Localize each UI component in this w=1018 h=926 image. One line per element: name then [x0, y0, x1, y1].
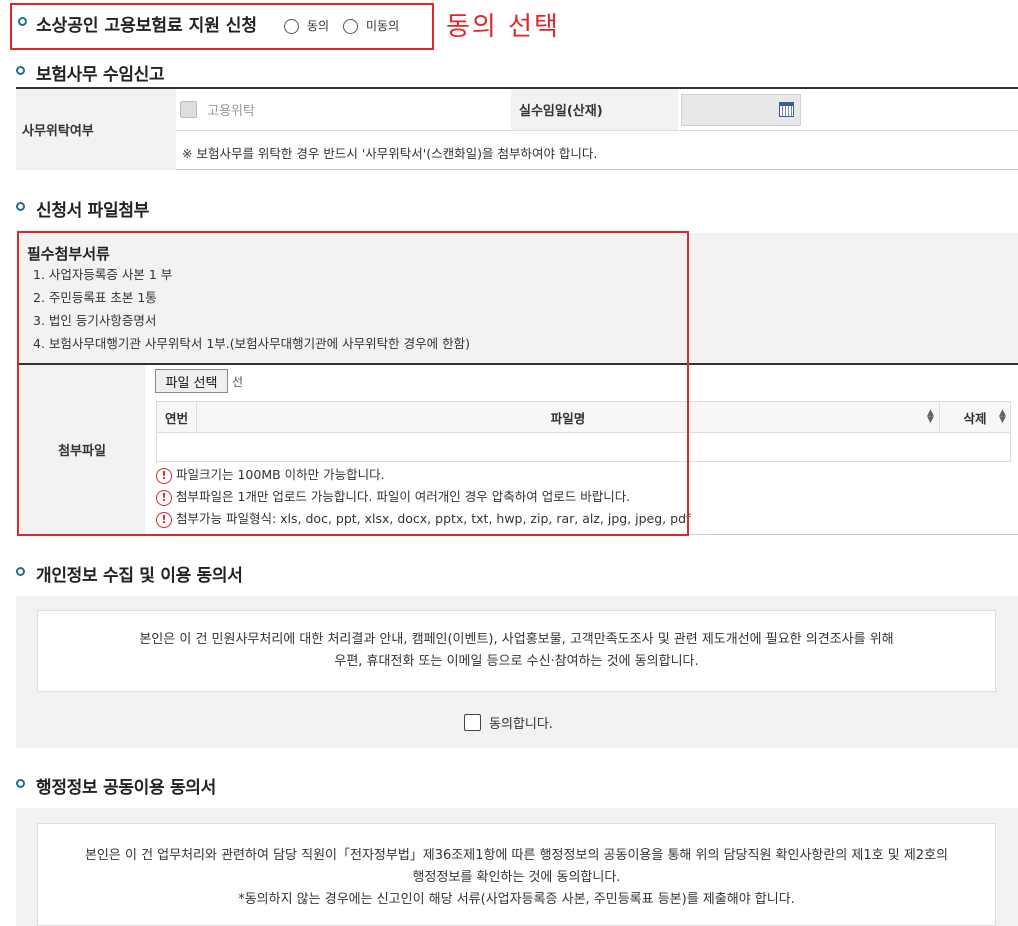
agree-radio[interactable] — [284, 19, 299, 34]
calendar-icon[interactable] — [779, 102, 794, 117]
privacy-agree-checkbox[interactable] — [464, 714, 481, 731]
admin-info-text-line: 행정정보를 확인하는 것에 동의합니다. — [412, 870, 621, 885]
delegation-row-header: 사무위탁여부 — [16, 89, 176, 170]
employment-delegation-label: 고용위탁 — [207, 104, 255, 119]
attachment-section-title: 신청서 파일첨부 — [36, 201, 149, 221]
admin-info-text-box: 본인은 이 건 업무처리와 관련하여 담당 직원이「전자정부법」제36조제1항에… — [37, 823, 996, 926]
section-bullet-icon — [16, 567, 25, 576]
attachment-highlight-box — [17, 231, 689, 536]
sort-icon[interactable]: ▲ ▼ — [927, 409, 934, 425]
admin-info-section-title: 행정정보 공동이용 동의서 — [36, 778, 216, 798]
sort-icon[interactable]: ▲ ▼ — [999, 409, 1006, 425]
employment-delegation-field: 고용위탁 — [180, 100, 255, 119]
row-divider — [176, 130, 1018, 131]
admin-info-text-line: *동의하지 않는 경우에는 신고인이 해당 서류(사업자등록증 사본, 주민등록… — [238, 892, 795, 907]
agree-radio-label: 동의 — [307, 19, 330, 33]
privacy-section-title: 개인정보 수집 및 이용 동의서 — [36, 566, 243, 586]
disagree-radio-label: 미동의 — [366, 19, 400, 33]
insurance-table: 사무위탁여부 고용위탁 실수임일(산재) ※ 보험사무를 위탁한 경우 반드시 … — [16, 87, 1018, 170]
section-bullet-icon — [16, 66, 25, 75]
delegation-note: ※ 보험사무를 위탁한 경우 반드시 '사무위탁서'(스캔화일)을 첨부하여야 … — [182, 146, 598, 161]
section-bullet-icon — [18, 17, 27, 26]
privacy-text-line: 우편, 휴대전화 또는 이메일 등으로 수신·참여하는 것에 동의합니다. — [334, 654, 699, 669]
employment-delegation-checkbox[interactable] — [180, 101, 197, 118]
privacy-text-line: 본인은 이 건 민원사무처리에 대한 처리결과 안내, 캠페인(이벤트), 사업… — [139, 632, 894, 647]
date-header: 실수임일(산재) — [511, 89, 678, 130]
date-input[interactable] — [681, 94, 801, 126]
privacy-agree-field: 동의합니다. — [464, 713, 553, 732]
privacy-agree-label[interactable]: 동의합니다. — [489, 717, 553, 732]
insurance-section-title: 보험사무 수임신고 — [36, 65, 165, 85]
privacy-text-box: 본인은 이 건 민원사무처리에 대한 처리결과 안내, 캠페인(이벤트), 사업… — [37, 610, 996, 692]
section-bullet-icon — [16, 202, 25, 211]
admin-info-text-line: 본인은 이 건 업무처리와 관련하여 담당 직원이「전자정부법」제36조제1항에… — [84, 848, 949, 863]
consent-select-title: 소상공인 고용보험료 지원 신청 — [36, 16, 258, 36]
section-bullet-icon — [16, 779, 25, 788]
consent-annotation: 동의 선택 — [446, 12, 560, 42]
disagree-radio[interactable] — [343, 19, 358, 34]
